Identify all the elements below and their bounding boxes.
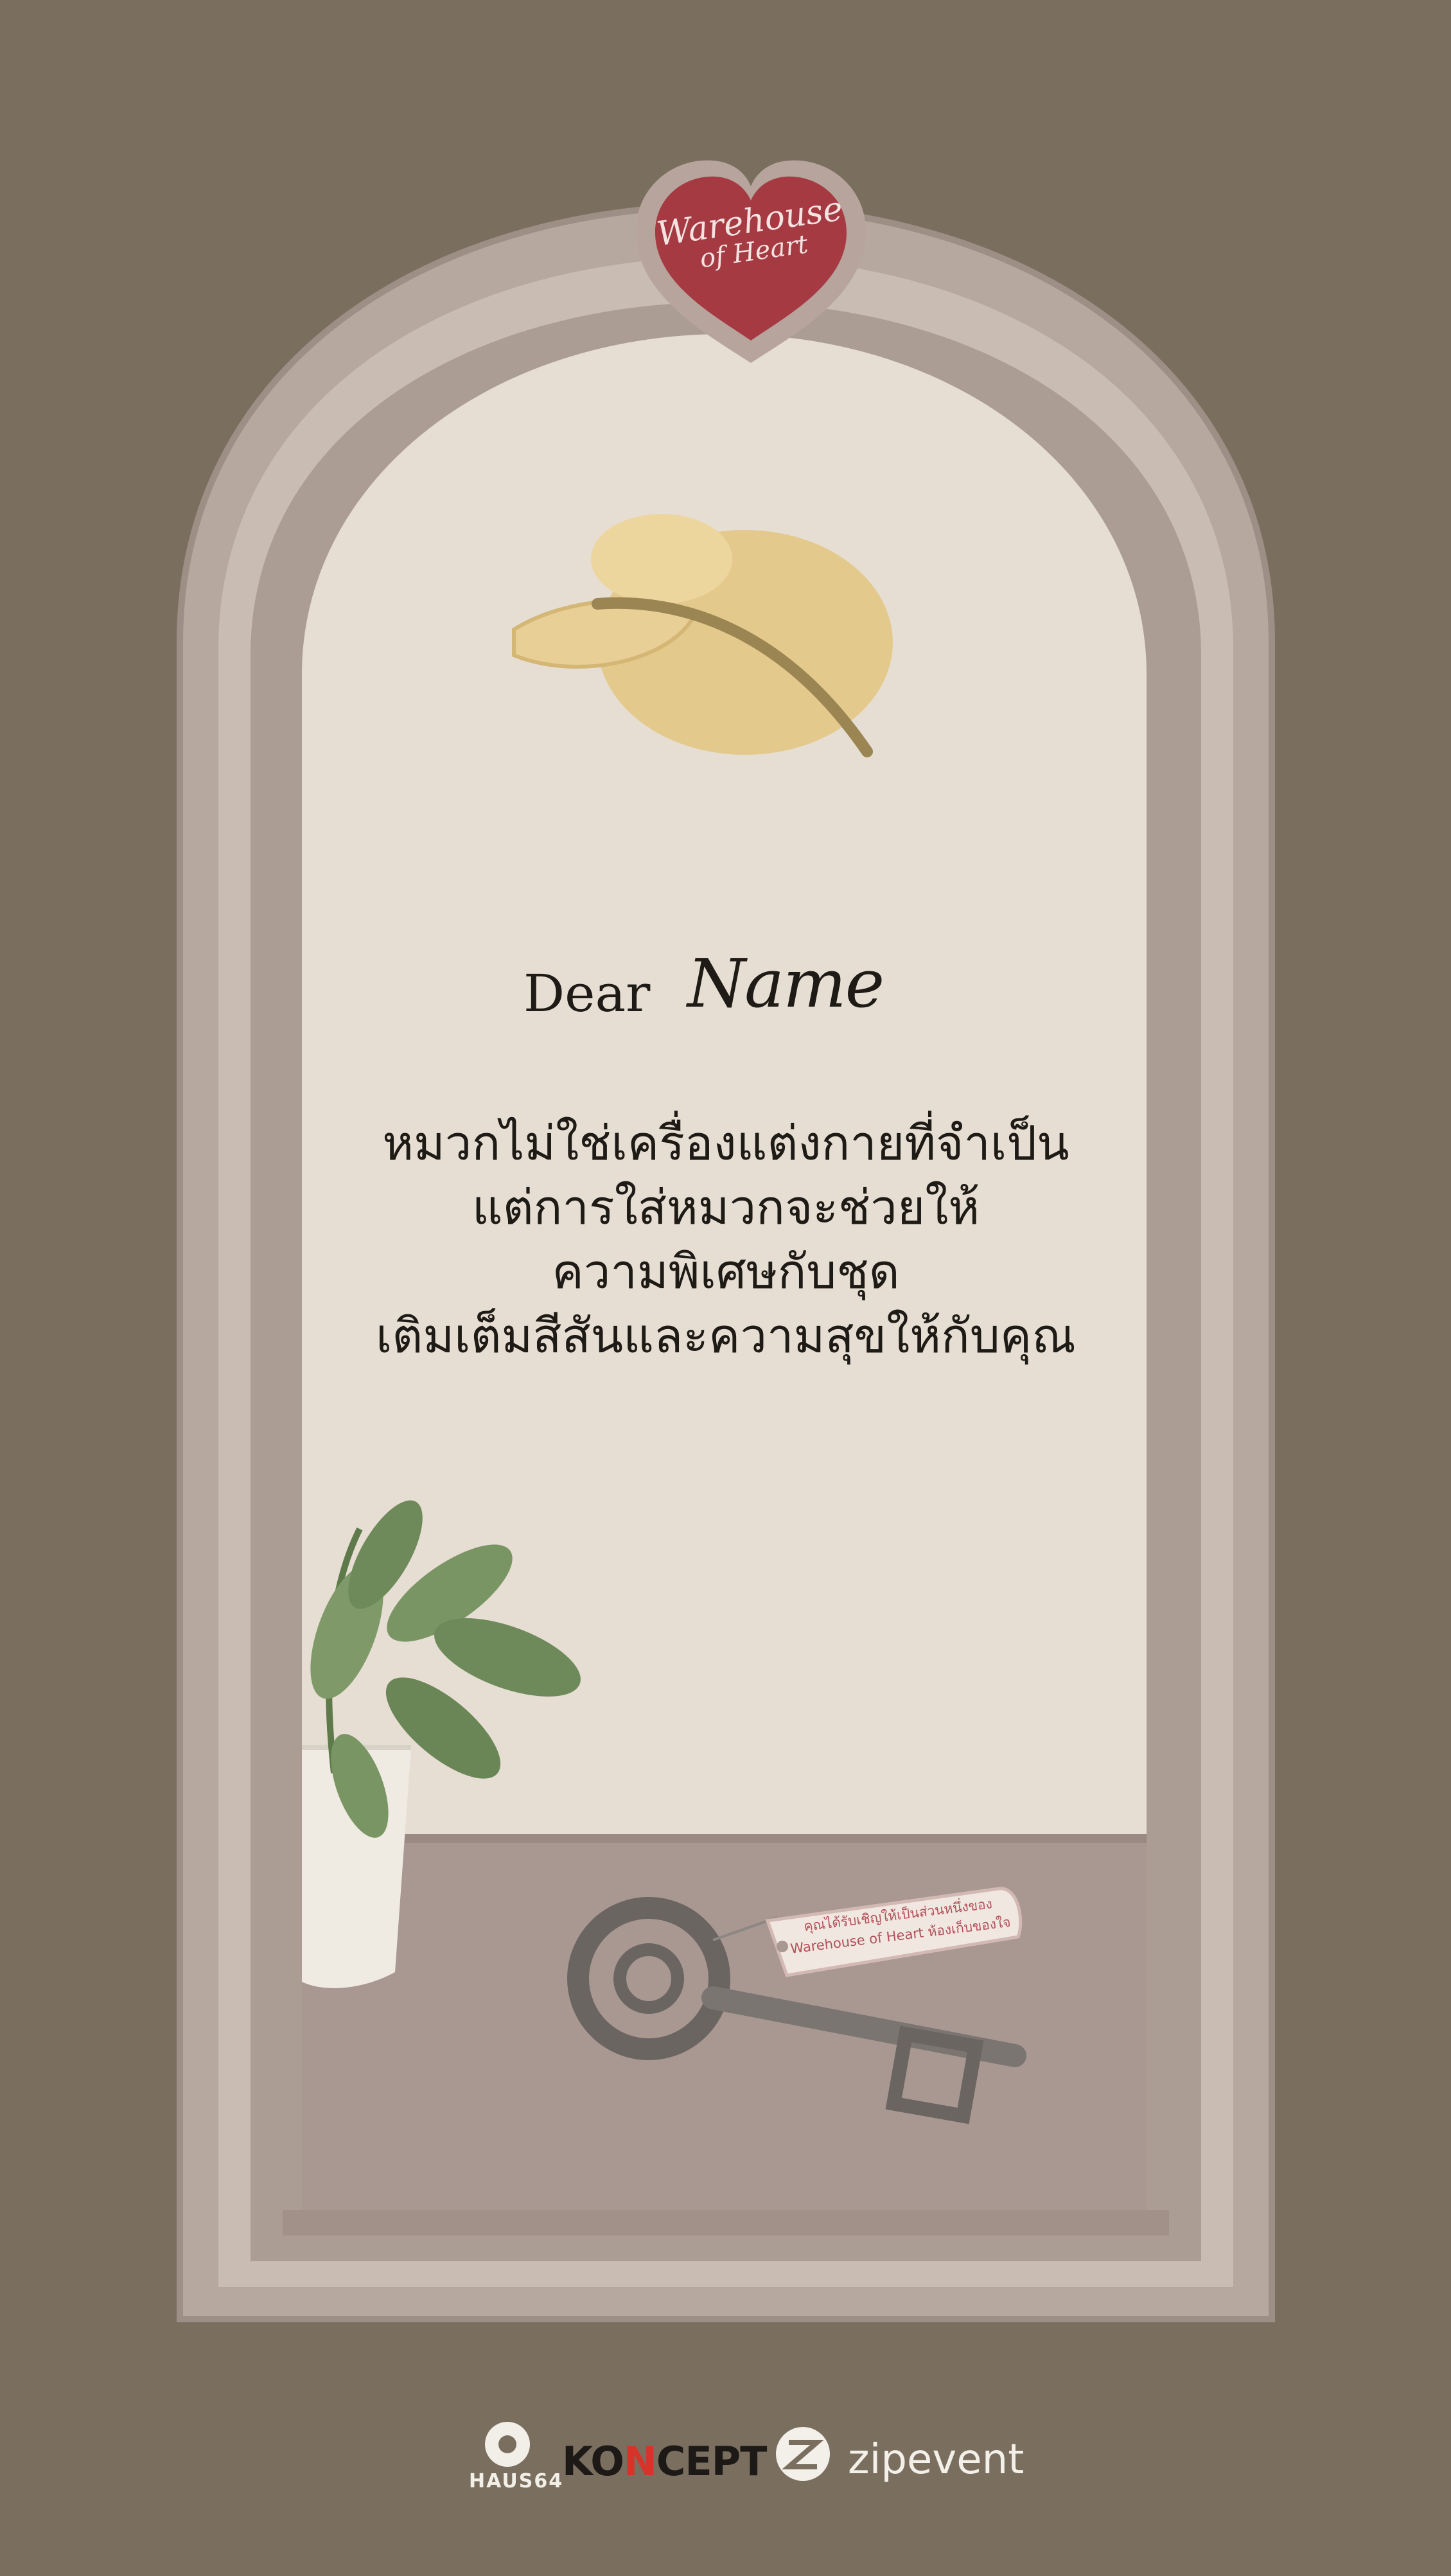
message-line: เติมเต็มสีสันและความสุขให้กับคุณ	[376, 1309, 1076, 1364]
recipient-name: Name	[687, 944, 884, 1023]
koncept-prefix: KO	[562, 2438, 624, 2485]
koncept-suffix: CEPT	[656, 2438, 768, 2485]
koncept-accent: N	[623, 2438, 657, 2485]
haus64-label: HAUS64	[469, 2470, 564, 2492]
zipevent-logo: zipevent	[848, 2436, 1024, 2483]
message-line: แต่การใส่หมวกจะช่วยให้	[471, 1180, 980, 1235]
message-line: ความพิเศษกับชุด	[552, 1244, 900, 1300]
message-line: หมวกไม่ใช่เครื่องแต่งกายที่จำเป็น	[382, 1116, 1069, 1171]
haus64-logo: HAUS64	[469, 2419, 564, 2492]
invitation-card: Warehouse of Heart Dear Name หมวกไม่ใช่เ…	[0, 0, 1451, 2576]
greeting: Dear	[523, 964, 651, 1023]
message-body: หมวกไม่ใช่เครื่องแต่งกายที่จำเป็น แต่การ…	[276, 1111, 1175, 1368]
sponsor-logos: HAUS64 KONCEPT zipevent	[0, 2403, 1451, 2505]
koncept-logo: KONCEPT	[562, 2438, 768, 2485]
